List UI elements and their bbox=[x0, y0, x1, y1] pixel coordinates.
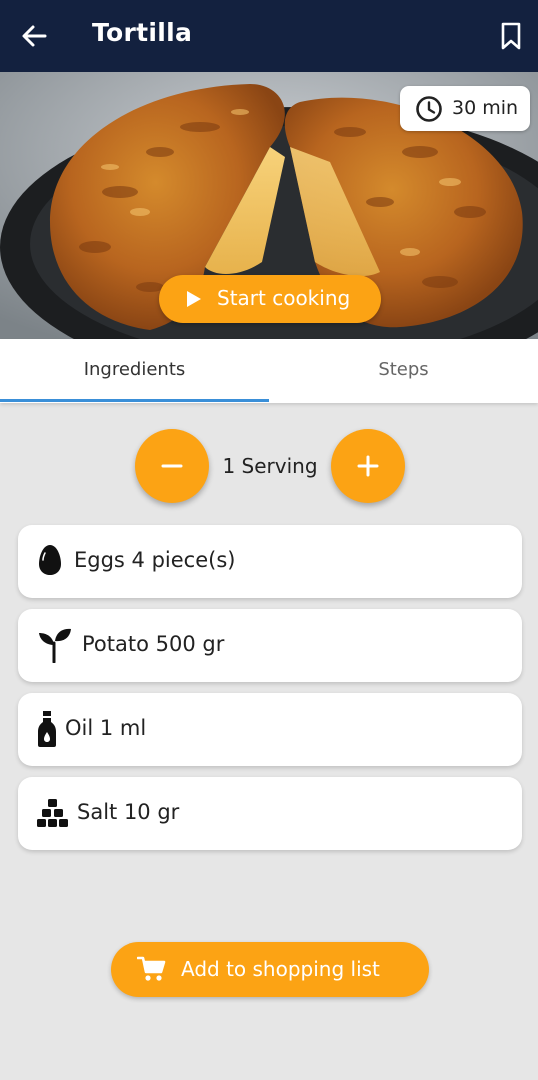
ingredient-text: Oil 1 ml bbox=[65, 716, 147, 740]
add-to-shopping-list-button[interactable]: Add to shopping list bbox=[111, 942, 429, 997]
minus-icon bbox=[161, 464, 183, 468]
app-bar: Tortilla bbox=[0, 0, 538, 72]
arrow-left-icon[interactable] bbox=[18, 20, 50, 52]
ingredient-text: Salt 10 gr bbox=[77, 800, 180, 824]
page-title: Tortilla bbox=[92, 18, 193, 47]
increase-serving-button[interactable] bbox=[331, 429, 405, 503]
decrease-serving-button[interactable] bbox=[135, 429, 209, 503]
sprout-icon bbox=[39, 628, 71, 663]
egg-icon bbox=[39, 545, 61, 575]
active-tab-indicator bbox=[0, 399, 269, 402]
cook-time: 30 min bbox=[452, 97, 519, 119]
plus-icon bbox=[357, 455, 379, 477]
cook-time-badge: 30 min bbox=[400, 86, 530, 131]
serving-count: 1 Serving bbox=[222, 454, 318, 478]
ingredient-text: Potato 500 gr bbox=[82, 632, 225, 656]
recipe-tabs: Ingredients Steps bbox=[0, 339, 538, 403]
ingredient-item: Eggs 4 piece(s) bbox=[18, 525, 522, 598]
ingredient-item: Salt 10 gr bbox=[18, 777, 522, 850]
oil-bottle-icon bbox=[38, 711, 56, 747]
tab-ingredients[interactable]: Ingredients bbox=[0, 339, 269, 403]
recipe-hero-image: 30 min Start cooking bbox=[0, 72, 538, 339]
clock-icon bbox=[416, 96, 442, 122]
ingredient-text: Eggs 4 piece(s) bbox=[74, 548, 236, 572]
play-icon bbox=[187, 291, 201, 307]
start-cooking-button[interactable]: Start cooking bbox=[159, 275, 381, 323]
tab-steps[interactable]: Steps bbox=[269, 339, 538, 403]
ingredient-item: Oil 1 ml bbox=[18, 693, 522, 766]
add-to-shopping-list-label: Add to shopping list bbox=[181, 957, 380, 981]
cart-icon bbox=[137, 956, 166, 981]
salt-cubes-icon bbox=[37, 799, 68, 827]
start-cooking-label: Start cooking bbox=[217, 286, 351, 310]
ingredient-item: Potato 500 gr bbox=[18, 609, 522, 682]
bookmark-icon[interactable] bbox=[496, 20, 526, 52]
